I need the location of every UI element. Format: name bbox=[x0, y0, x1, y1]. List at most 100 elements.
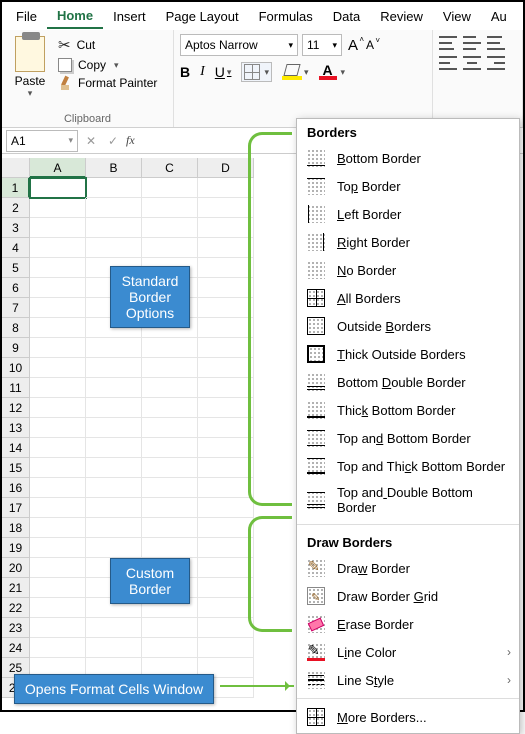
cell[interactable] bbox=[198, 638, 254, 658]
cell[interactable] bbox=[86, 178, 142, 198]
chevron-down-icon[interactable]: ▾ bbox=[114, 60, 119, 71]
cell[interactable] bbox=[86, 638, 142, 658]
font-color-button[interactable]: A ▾ bbox=[319, 64, 346, 80]
cell[interactable] bbox=[142, 498, 198, 518]
align-center-button[interactable] bbox=[463, 56, 481, 70]
format-painter-button[interactable]: Format Painter bbox=[58, 76, 157, 90]
row-header[interactable]: 23 bbox=[2, 618, 30, 638]
cell[interactable] bbox=[30, 458, 86, 478]
cell[interactable] bbox=[198, 278, 254, 298]
border-option-no-border[interactable]: No Border bbox=[297, 256, 519, 284]
cell[interactable] bbox=[142, 378, 198, 398]
menu-data[interactable]: Data bbox=[323, 5, 370, 28]
menu-review[interactable]: Review bbox=[370, 5, 433, 28]
cell[interactable] bbox=[198, 378, 254, 398]
menu-home[interactable]: Home bbox=[47, 4, 103, 29]
fx-button[interactable]: fx bbox=[126, 133, 135, 148]
menu-page-layout[interactable]: Page Layout bbox=[156, 5, 249, 28]
cell[interactable] bbox=[30, 418, 86, 438]
cell[interactable] bbox=[142, 198, 198, 218]
row-header[interactable]: 6 bbox=[2, 278, 30, 298]
cell[interactable] bbox=[30, 598, 86, 618]
enter-formula-button[interactable]: ✓ bbox=[104, 134, 122, 148]
align-middle-button[interactable] bbox=[463, 36, 481, 50]
row-header[interactable]: 2 bbox=[2, 198, 30, 218]
cell[interactable] bbox=[86, 198, 142, 218]
name-box[interactable]: A1 ▾ bbox=[6, 130, 78, 152]
cell[interactable] bbox=[198, 358, 254, 378]
border-option-bottom-double-border[interactable]: Bottom Double Border bbox=[297, 368, 519, 396]
border-option-top-and-thick-bottom-border[interactable]: Top and Thick Bottom Border bbox=[297, 452, 519, 480]
column-header[interactable]: C bbox=[142, 158, 198, 178]
cell[interactable] bbox=[198, 258, 254, 278]
underline-button[interactable]: U▾ bbox=[215, 64, 232, 80]
border-option-right-border[interactable]: Right Border bbox=[297, 228, 519, 256]
row-header[interactable]: 21 bbox=[2, 578, 30, 598]
cell[interactable] bbox=[198, 398, 254, 418]
cell[interactable] bbox=[142, 518, 198, 538]
cell[interactable] bbox=[198, 578, 254, 598]
border-option-draw-border[interactable]: Draw Border bbox=[297, 554, 519, 582]
cell[interactable] bbox=[198, 498, 254, 518]
cell[interactable] bbox=[142, 338, 198, 358]
cell[interactable] bbox=[86, 498, 142, 518]
row-header[interactable]: 7 bbox=[2, 298, 30, 318]
border-option-top-and-double-bottom-border[interactable]: Top and Double Bottom Border bbox=[297, 480, 519, 520]
cell[interactable] bbox=[198, 558, 254, 578]
cell[interactable] bbox=[86, 218, 142, 238]
menu-insert[interactable]: Insert bbox=[103, 5, 156, 28]
cell[interactable] bbox=[86, 438, 142, 458]
border-option-outside-borders[interactable]: Outside Borders bbox=[297, 312, 519, 340]
cell[interactable] bbox=[198, 418, 254, 438]
cell[interactable] bbox=[30, 338, 86, 358]
borders-button[interactable]: ▾ bbox=[241, 62, 272, 82]
row-header[interactable]: 16 bbox=[2, 478, 30, 498]
column-header[interactable]: B bbox=[86, 158, 142, 178]
cell[interactable] bbox=[30, 398, 86, 418]
align-right-button[interactable] bbox=[487, 56, 505, 70]
cell[interactable] bbox=[198, 598, 254, 618]
border-option-bottom-border[interactable]: Bottom Border bbox=[297, 144, 519, 172]
cell[interactable] bbox=[30, 478, 86, 498]
cell[interactable] bbox=[86, 378, 142, 398]
column-header[interactable]: D bbox=[198, 158, 254, 178]
chevron-down-icon[interactable]: ▾ bbox=[28, 88, 33, 99]
cell[interactable] bbox=[30, 298, 86, 318]
cell[interactable] bbox=[30, 538, 86, 558]
border-option-top-and-bottom-border[interactable]: Top and Bottom Border bbox=[297, 424, 519, 452]
cell[interactable] bbox=[198, 198, 254, 218]
cell[interactable] bbox=[86, 358, 142, 378]
column-header[interactable]: A bbox=[30, 158, 86, 178]
cell[interactable] bbox=[30, 178, 86, 198]
cell[interactable] bbox=[86, 338, 142, 358]
cell[interactable] bbox=[198, 538, 254, 558]
cell[interactable] bbox=[86, 478, 142, 498]
row-header[interactable]: 8 bbox=[2, 318, 30, 338]
row-header[interactable]: 9 bbox=[2, 338, 30, 358]
border-option-line-color[interactable]: Line Color› bbox=[297, 638, 519, 666]
row-header[interactable]: 5 bbox=[2, 258, 30, 278]
cancel-formula-button[interactable]: ✕ bbox=[82, 134, 100, 148]
cell[interactable] bbox=[142, 458, 198, 478]
cell[interactable] bbox=[30, 278, 86, 298]
paste-button[interactable]: Paste ▾ bbox=[8, 34, 52, 111]
row-header[interactable]: 12 bbox=[2, 398, 30, 418]
cell[interactable] bbox=[86, 398, 142, 418]
border-option-left-border[interactable]: Left Border bbox=[297, 200, 519, 228]
row-header[interactable]: 18 bbox=[2, 518, 30, 538]
cell[interactable] bbox=[30, 378, 86, 398]
cell[interactable] bbox=[30, 618, 86, 638]
row-header[interactable]: 24 bbox=[2, 638, 30, 658]
cell[interactable] bbox=[86, 238, 142, 258]
border-option-thick-bottom-border[interactable]: Thick Bottom Border bbox=[297, 396, 519, 424]
border-option-line-style[interactable]: Line Style› bbox=[297, 666, 519, 694]
cell[interactable] bbox=[198, 478, 254, 498]
cell[interactable] bbox=[142, 238, 198, 258]
copy-button[interactable]: Copy ▾ bbox=[58, 58, 157, 72]
cell[interactable] bbox=[86, 538, 142, 558]
cell[interactable] bbox=[30, 498, 86, 518]
cell[interactable] bbox=[30, 198, 86, 218]
cell[interactable] bbox=[198, 518, 254, 538]
cell[interactable] bbox=[198, 238, 254, 258]
cell[interactable] bbox=[198, 178, 254, 198]
